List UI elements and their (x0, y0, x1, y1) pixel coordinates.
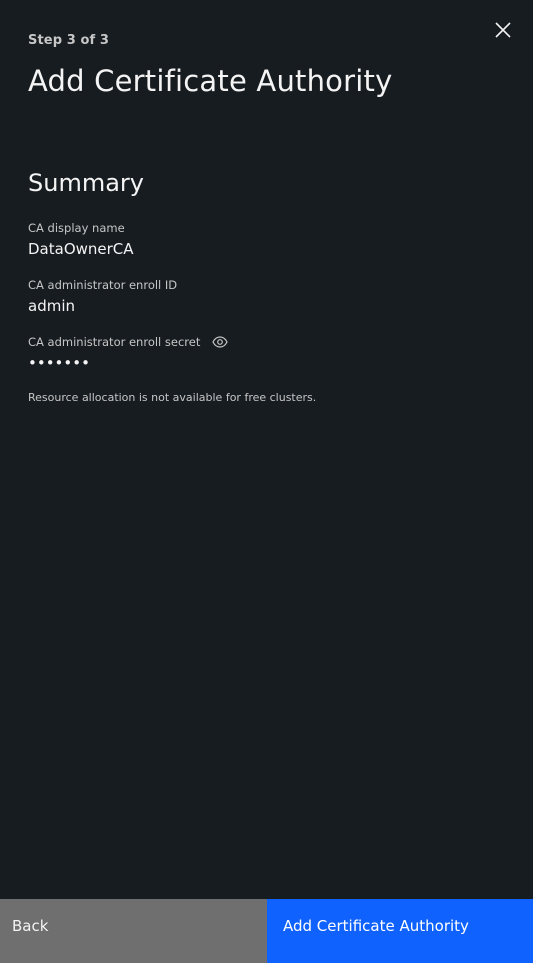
enroll-secret-field: CA administrator enroll secret ••••••• (28, 335, 229, 372)
display-name-value: DataOwnerCA (28, 240, 134, 258)
enroll-id-label: CA administrator enroll ID (28, 278, 178, 292)
enroll-secret-label: CA administrator enroll secret (28, 335, 201, 349)
page-title: Add Certificate Authority (28, 64, 393, 98)
step-indicator: Step 3 of 3 (28, 33, 110, 48)
reveal-secret-button[interactable] (212, 336, 229, 348)
eye-icon (212, 336, 229, 348)
footer-actions: Back Add Certificate Authority (0, 899, 533, 963)
display-name-field: CA display name DataOwnerCA (28, 221, 134, 258)
enroll-secret-label-row: CA administrator enroll secret (28, 335, 229, 349)
close-icon (495, 22, 511, 38)
enroll-id-field: CA administrator enroll ID admin (28, 278, 177, 315)
display-name-label: CA display name (28, 221, 125, 235)
close-button[interactable] (487, 14, 519, 46)
back-button[interactable]: Back (0, 899, 267, 963)
enroll-secret-value: ••••••• (28, 354, 90, 372)
add-certificate-authority-button[interactable]: Add Certificate Authority (267, 899, 533, 963)
summary-heading: Summary (28, 169, 144, 197)
enroll-id-value: admin (28, 297, 75, 315)
resource-allocation-note: Resource allocation is not available for… (28, 391, 317, 404)
add-ca-panel: Step 3 of 3 Add Certificate Authority Su… (0, 0, 533, 963)
